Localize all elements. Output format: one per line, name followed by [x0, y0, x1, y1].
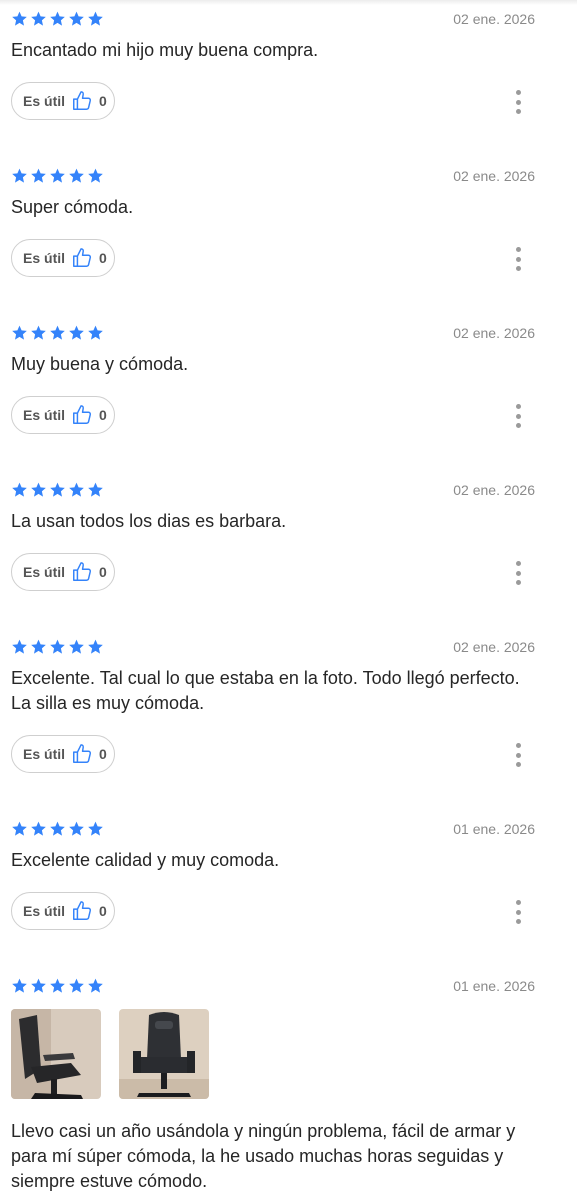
star-icon: [88, 168, 103, 183]
star-icon: [50, 978, 65, 993]
star-icon: [50, 821, 65, 836]
review-text: Encantado mi hijo muy buena compra.: [11, 40, 319, 60]
star-rating: [11, 978, 104, 994]
star-icon: [88, 482, 103, 497]
useful-button[interactable]: Es útil 0: [11, 396, 115, 434]
useful-count: 0: [99, 903, 107, 919]
useful-count: 0: [99, 746, 107, 762]
star-icon: [88, 325, 103, 340]
review-text: Excelente calidad y muy comoda.: [11, 850, 280, 870]
star-icon: [12, 325, 27, 340]
more-options-icon[interactable]: [506, 402, 530, 430]
review-date: 02 ene. 2026: [453, 482, 535, 498]
more-options-icon[interactable]: [506, 88, 530, 116]
review-actions: Es útil 0: [0, 553, 577, 593]
thumbs-up-icon: [73, 901, 92, 920]
review-actions: Es útil 0: [0, 735, 577, 775]
star-icon: [31, 821, 46, 836]
useful-label: Es útil: [23, 746, 66, 762]
star-icon: [31, 482, 46, 497]
more-options-icon[interactable]: [506, 559, 530, 587]
review-photo-chair-front[interactable]: [119, 1009, 209, 1099]
useful-label: Es útil: [23, 407, 66, 423]
star-icon: [50, 168, 65, 183]
review-date: 01 ene. 2026: [453, 978, 535, 994]
useful-button[interactable]: Es útil 0: [11, 82, 115, 120]
star-icon: [69, 325, 84, 340]
star-icon: [12, 821, 27, 836]
useful-button[interactable]: Es útil 0: [11, 553, 115, 591]
thumbs-up-icon: [73, 562, 92, 581]
star-rating: [11, 482, 104, 498]
thumbs-up-icon: [73, 744, 92, 763]
star-icon: [31, 168, 46, 183]
useful-label: Es útil: [23, 564, 66, 580]
star-rating: [11, 639, 104, 655]
star-icon: [50, 11, 65, 26]
review-date: 02 ene. 2026: [453, 11, 535, 27]
review-text: La usan todos los dias es barbara.: [11, 511, 287, 531]
useful-count: 0: [99, 93, 107, 109]
star-icon: [12, 978, 27, 993]
star-icon: [12, 639, 27, 654]
more-options-icon[interactable]: [506, 741, 530, 769]
useful-label: Es útil: [23, 903, 66, 919]
star-icon: [88, 821, 103, 836]
useful-label: Es útil: [23, 93, 66, 109]
review-text: Llevo casi un año usándola y ningún prob…: [11, 1121, 516, 1191]
star-icon: [50, 325, 65, 340]
thumbs-up-icon: [73, 405, 92, 424]
useful-button[interactable]: Es útil 0: [11, 735, 115, 773]
star-icon: [31, 11, 46, 26]
star-rating: [11, 325, 104, 341]
more-options-icon[interactable]: [506, 245, 530, 273]
star-rating: [11, 168, 104, 184]
review-text: Muy buena y cómoda.: [11, 354, 189, 374]
star-icon: [50, 639, 65, 654]
star-icon: [50, 482, 65, 497]
review-date: 02 ene. 2026: [453, 639, 535, 655]
review-photo-chair-side[interactable]: [11, 1009, 101, 1099]
thumbs-up-icon: [73, 248, 92, 267]
star-icon: [31, 978, 46, 993]
thumbs-up-icon: [73, 91, 92, 110]
review-text: Excelente. Tal cual lo que estaba en la …: [11, 668, 520, 713]
star-icon: [88, 11, 103, 26]
star-icon: [31, 639, 46, 654]
review-text: Super cómoda.: [11, 197, 134, 217]
star-icon: [69, 168, 84, 183]
review-actions: Es útil 0: [0, 396, 577, 436]
more-options-icon[interactable]: [506, 898, 530, 926]
star-icon: [12, 11, 27, 26]
review-actions: Es útil 0: [0, 239, 577, 279]
top-shadow: [0, 0, 577, 5]
star-icon: [31, 325, 46, 340]
star-icon: [69, 11, 84, 26]
star-icon: [12, 482, 27, 497]
star-icon: [12, 168, 27, 183]
star-icon: [69, 482, 84, 497]
star-icon: [88, 639, 103, 654]
star-icon: [88, 978, 103, 993]
useful-count: 0: [99, 250, 107, 266]
star-icon: [69, 978, 84, 993]
star-icon: [69, 821, 84, 836]
review-photos: [11, 1009, 209, 1099]
star-rating: [11, 11, 104, 27]
review-date: 01 ene. 2026: [453, 821, 535, 837]
useful-button[interactable]: Es útil 0: [11, 892, 115, 930]
review-actions: Es útil 0: [0, 892, 577, 932]
useful-count: 0: [99, 407, 107, 423]
star-rating: [11, 821, 104, 837]
review-date: 02 ene. 2026: [453, 325, 535, 341]
useful-label: Es útil: [23, 250, 66, 266]
review-date: 02 ene. 2026: [453, 168, 535, 184]
useful-button[interactable]: Es útil 0: [11, 239, 115, 277]
review-actions: Es útil 0: [0, 82, 577, 122]
useful-count: 0: [99, 564, 107, 580]
star-icon: [69, 639, 84, 654]
